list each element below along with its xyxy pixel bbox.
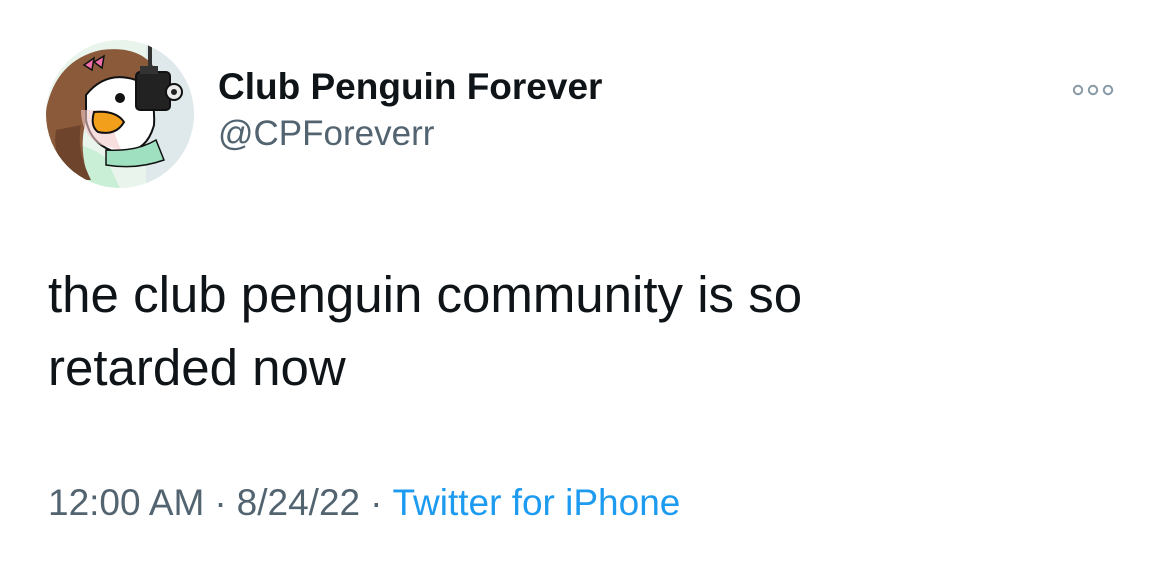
author-block: Club Penguin Forever @CPForeverr — [218, 64, 602, 156]
tweet-card: Club Penguin Forever @CPForeverr the clu… — [0, 0, 1169, 563]
tweet-text: the club penguin community is so retarde… — [48, 258, 1128, 404]
more-options-button[interactable] — [1070, 80, 1116, 100]
tweet-meta: 12:00 AM · 8/24/22 · Twitter for iPhone — [48, 480, 680, 526]
more-options-icon — [1072, 84, 1114, 96]
user-handle[interactable]: @CPForeverr — [218, 112, 602, 156]
tweet-text-line: the club penguin community is so — [48, 266, 803, 323]
tweet-text-line: retarded now — [48, 339, 346, 396]
penguin-with-camera-avatar — [46, 40, 194, 188]
display-name[interactable]: Club Penguin Forever — [218, 64, 602, 110]
tweet-time[interactable]: 12:00 AM — [48, 482, 204, 523]
tweet-source-link[interactable]: Twitter for iPhone — [392, 482, 680, 523]
meta-separator: · — [214, 482, 227, 523]
tweet-date[interactable]: 8/24/22 — [237, 482, 360, 523]
meta-separator: · — [370, 482, 383, 523]
avatar[interactable] — [46, 40, 194, 188]
